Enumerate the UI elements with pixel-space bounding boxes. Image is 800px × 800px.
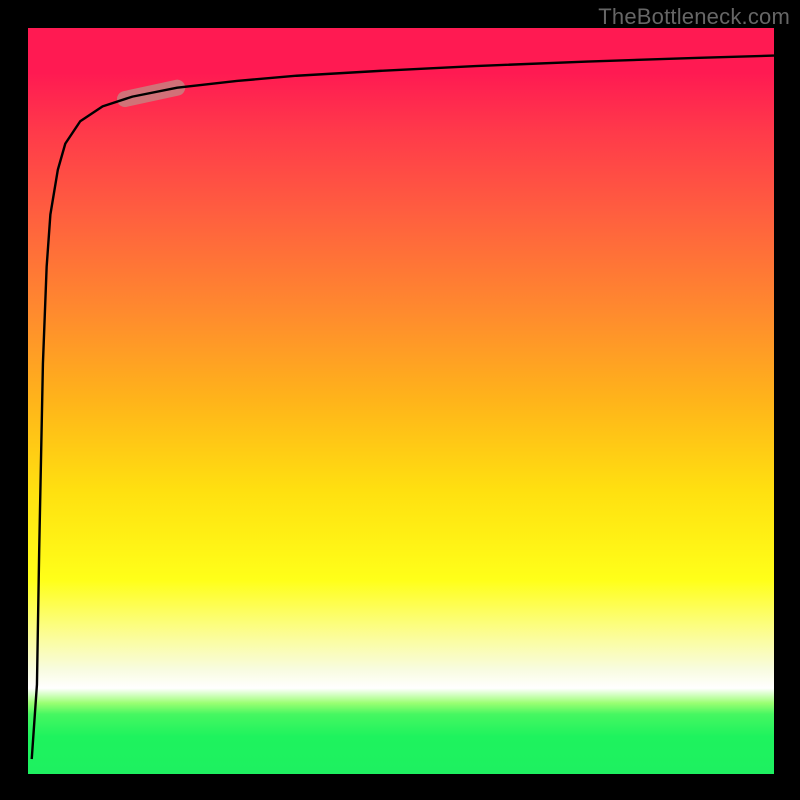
plot-area	[28, 28, 774, 774]
watermark-text: TheBottleneck.com	[598, 4, 790, 30]
curve-path	[32, 56, 774, 759]
curve-svg	[28, 28, 774, 774]
chart-container: TheBottleneck.com	[0, 0, 800, 800]
